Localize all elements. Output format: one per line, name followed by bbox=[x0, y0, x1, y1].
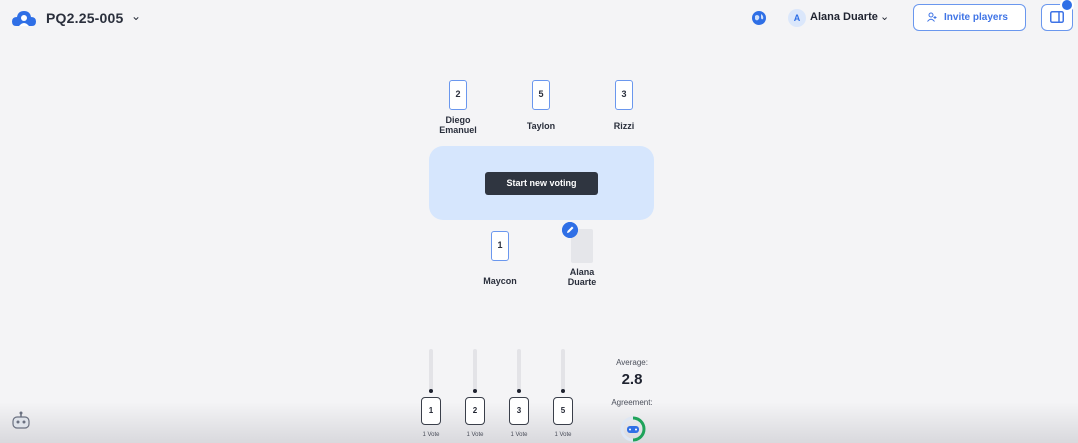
player-taylon: 5 Taylon bbox=[496, 80, 586, 131]
vote-bar-fill bbox=[517, 389, 521, 393]
player-card: 5 bbox=[532, 80, 550, 110]
vote-count: 1 Vote bbox=[554, 432, 572, 438]
vote-count: 1 Vote bbox=[466, 432, 484, 438]
start-new-voting-button[interactable]: Start new voting bbox=[485, 172, 598, 195]
vote-card: 1 bbox=[421, 397, 441, 425]
player-alana-duarte: Alana Duarte bbox=[537, 229, 627, 287]
robot-icon[interactable] bbox=[10, 410, 32, 432]
vote-card: 5 bbox=[553, 397, 573, 425]
invite-players-button[interactable]: Invite players bbox=[913, 4, 1026, 31]
vote-card: 2 bbox=[465, 397, 485, 425]
avatar[interactable]: A bbox=[788, 9, 806, 27]
vote-bar-fill bbox=[473, 389, 477, 393]
invite-players-label: Invite players bbox=[944, 12, 1008, 23]
player-name: Maycon bbox=[483, 276, 517, 286]
player-name: Rizzi bbox=[613, 121, 635, 131]
average-value: 2.8 bbox=[621, 371, 643, 388]
vote-bar-track bbox=[517, 349, 521, 393]
vote-bar-track bbox=[561, 349, 565, 393]
average-label: Average: bbox=[616, 358, 648, 367]
player-name: Alana Duarte bbox=[567, 267, 597, 287]
player-name: Diego Emanuel bbox=[439, 115, 477, 135]
pencil-icon[interactable] bbox=[562, 222, 578, 238]
vote-card: 3 bbox=[509, 397, 529, 425]
player-name: Taylon bbox=[526, 121, 556, 131]
session-title[interactable]: PQ2.25-005 bbox=[46, 10, 124, 26]
player-card: 3 bbox=[615, 80, 633, 110]
chevron-down-icon[interactable]: ⌄ bbox=[880, 10, 889, 23]
cloud-person-icon[interactable] bbox=[10, 6, 38, 34]
person-plus-icon bbox=[927, 12, 937, 22]
player-maycon: 1 Maycon bbox=[455, 231, 545, 286]
agreement-label: Agreement: bbox=[611, 398, 653, 407]
vote-bar-fill bbox=[561, 389, 565, 393]
agreement-ring-icon bbox=[620, 416, 646, 442]
player-card: 1 bbox=[491, 231, 509, 261]
vote-bar-track bbox=[429, 349, 433, 393]
chevron-down-icon[interactable]: ⌄ bbox=[131, 9, 141, 23]
globe-icon[interactable] bbox=[751, 10, 767, 26]
vote-count: 1 Vote bbox=[510, 432, 528, 438]
voting-table: Start new voting bbox=[429, 146, 654, 220]
top-bar: PQ2.25-005 ⌄ A Alana Duarte ⌄ Invite pla… bbox=[0, 0, 1078, 40]
bottom-bar bbox=[0, 402, 1078, 443]
user-name[interactable]: Alana Duarte bbox=[810, 11, 878, 23]
player-card: 2 bbox=[449, 80, 467, 110]
player-diego-emanuel: 2 Diego Emanuel bbox=[413, 80, 503, 135]
vote-count: 1 Vote bbox=[422, 432, 440, 438]
player-rizzi: 3 Rizzi bbox=[579, 80, 669, 131]
sidebar-toggle-icon bbox=[1050, 11, 1064, 23]
vote-bar-fill bbox=[429, 389, 433, 393]
vote-bar-track bbox=[473, 349, 477, 393]
